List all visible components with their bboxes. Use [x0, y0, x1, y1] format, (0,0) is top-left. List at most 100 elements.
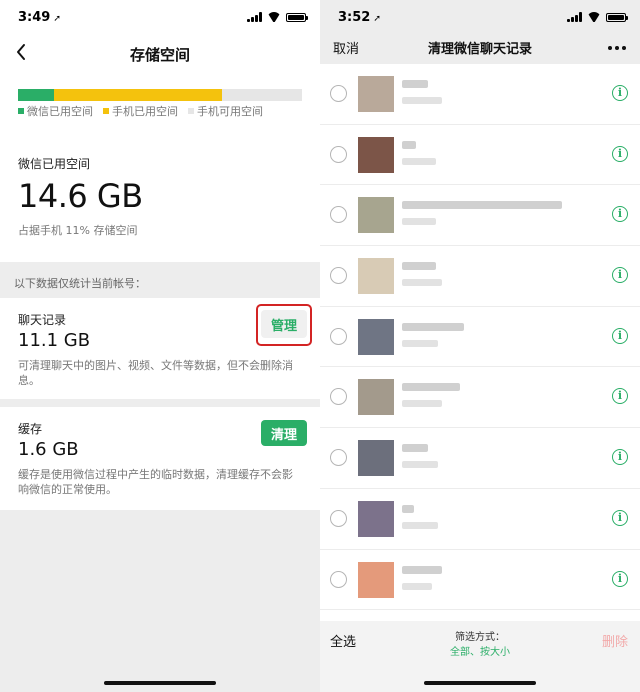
wechat-used-label: 微信已用空间: [18, 157, 91, 171]
clean-chat-screen: 3:52 ➚ 取消 清理微信聊天记录 iiiiiiiii 全选 筛选方式： 全部、…: [320, 0, 640, 692]
page-title: 存储空间: [129, 46, 190, 64]
cellular-signal-icon: [567, 12, 582, 22]
chat-row[interactable]: i: [320, 489, 640, 550]
info-icon[interactable]: i: [612, 570, 628, 587]
status-bar: 3:52 ➚: [320, 0, 640, 34]
avatar: [358, 318, 394, 355]
blurred-chat-size: [402, 279, 442, 287]
storage-legend: 微信已用空间 手机已用空间 手机可用空间: [18, 103, 263, 119]
select-radio[interactable]: [330, 327, 347, 345]
legend-label: 手机已用空间: [112, 105, 178, 118]
cellular-signal-icon: [247, 12, 262, 22]
blurred-chat-name: [402, 565, 442, 574]
avatar: [358, 197, 394, 234]
home-indicator: [104, 681, 216, 685]
info-icon[interactable]: i: [612, 388, 628, 405]
blurred-chat-size: [402, 339, 438, 347]
legend-swatch: [188, 108, 194, 114]
cache-title: 缓存: [18, 422, 43, 436]
chat-row[interactable]: i: [320, 246, 640, 307]
select-radio[interactable]: [330, 206, 347, 224]
chat-row[interactable]: i: [320, 550, 640, 611]
cache-description: 缓存是使用微信过程中产生的临时数据，清理缓存不会影响微信的正常使用。: [18, 468, 293, 496]
storage-usage-bar: [18, 89, 302, 101]
blurred-chat-name: [402, 80, 428, 88]
avatar: [358, 379, 394, 416]
nav-bar: 存储空间: [0, 34, 320, 74]
chat-list: i i i i i i i i i: [320, 64, 640, 621]
select-radio[interactable]: [330, 509, 347, 527]
wifi-icon: [267, 12, 281, 22]
chat-history-size: 11.1 GB: [18, 330, 91, 351]
page-title: 清理微信聊天记录: [427, 42, 532, 57]
info-icon[interactable]: i: [612, 327, 628, 344]
select-radio[interactable]: [330, 145, 347, 163]
status-time: 3:49 ➚: [18, 10, 61, 25]
info-icon[interactable]: i: [612, 206, 628, 223]
avatar: [358, 500, 394, 537]
blurred-chat-name: [402, 504, 414, 513]
status-bar: 3:49 ➚: [0, 0, 320, 34]
blurred-chat-size: [402, 157, 436, 165]
filter-selector[interactable]: 筛选方式： 全部、按大小: [320, 628, 640, 658]
select-radio[interactable]: [330, 267, 347, 285]
blurred-chat-name: [402, 140, 416, 149]
wifi-icon: [587, 12, 601, 22]
avatar: [358, 561, 394, 598]
info-icon[interactable]: i: [612, 145, 628, 162]
blurred-chat-name: [402, 262, 436, 271]
avatar: [358, 258, 394, 295]
blurred-chat-size: [402, 582, 432, 590]
account-note: 以下数据仅统计当前帐号：: [14, 277, 146, 290]
phone-used-segment: [53, 89, 223, 101]
chat-history-title: 聊天记录: [18, 313, 67, 327]
storage-screen: 3:49 ➚ 存储空间 微信已用空间 手机已用空间 手机可用空间 微信已用空间 14.…: [0, 0, 320, 692]
home-indicator: [424, 681, 536, 685]
battery-icon: [286, 12, 308, 22]
info-icon[interactable]: i: [612, 267, 628, 284]
legend-swatch: [103, 108, 109, 114]
wechat-used-percentage: 占据手机 11% 存储空间: [18, 224, 138, 237]
avatar: [358, 76, 394, 112]
blurred-chat-size: [402, 521, 438, 529]
select-radio[interactable]: [330, 570, 347, 588]
blurred-chat-name: [402, 322, 464, 331]
location-icon: ➚: [373, 14, 381, 24]
filter-value[interactable]: 全部、按大小: [320, 643, 640, 658]
battery-icon: [606, 12, 628, 22]
avatar: [358, 136, 394, 173]
info-icon[interactable]: i: [612, 449, 628, 466]
blurred-chat-size: [402, 400, 442, 408]
legend-label: 手机可用空间: [197, 105, 263, 118]
blurred-chat-name: [402, 383, 460, 392]
chat-row[interactable]: i: [320, 185, 640, 247]
chat-row[interactable]: i: [320, 307, 640, 368]
clean-cache-button[interactable]: 清理: [261, 420, 307, 446]
blurred-chat-name: [402, 444, 428, 453]
chat-row[interactable]: i: [320, 367, 640, 429]
chat-row[interactable]: i: [320, 428, 640, 489]
status-time: 3:52 ➚: [338, 10, 381, 25]
legend-swatch: [18, 108, 24, 114]
cache-size: 1.6 GB: [18, 439, 79, 460]
delete-button[interactable]: 删除: [602, 631, 628, 650]
wechat-used-segment: [18, 89, 54, 101]
select-radio[interactable]: [330, 449, 347, 467]
location-icon: ➚: [53, 14, 61, 24]
chat-row[interactable]: i: [320, 64, 640, 125]
legend-label: 微信已用空间: [27, 105, 93, 118]
blurred-chat-size: [402, 218, 436, 226]
select-radio[interactable]: [330, 388, 347, 406]
blurred-chat-name: [402, 201, 562, 210]
nav-bar: 取消 清理微信聊天记录: [320, 34, 640, 64]
select-radio[interactable]: [330, 85, 347, 102]
legend-item: 手机已用空间: [103, 103, 178, 119]
info-icon[interactable]: i: [612, 509, 628, 526]
blurred-chat-size: [402, 97, 442, 104]
more-options-icon[interactable]: [608, 46, 626, 50]
info-icon[interactable]: i: [612, 85, 628, 101]
chat-row[interactable]: i: [320, 125, 640, 186]
wechat-used-value: 14.6 GB: [18, 177, 143, 215]
legend-item: 微信已用空间: [18, 103, 93, 119]
manage-button[interactable]: 管理: [261, 310, 307, 338]
